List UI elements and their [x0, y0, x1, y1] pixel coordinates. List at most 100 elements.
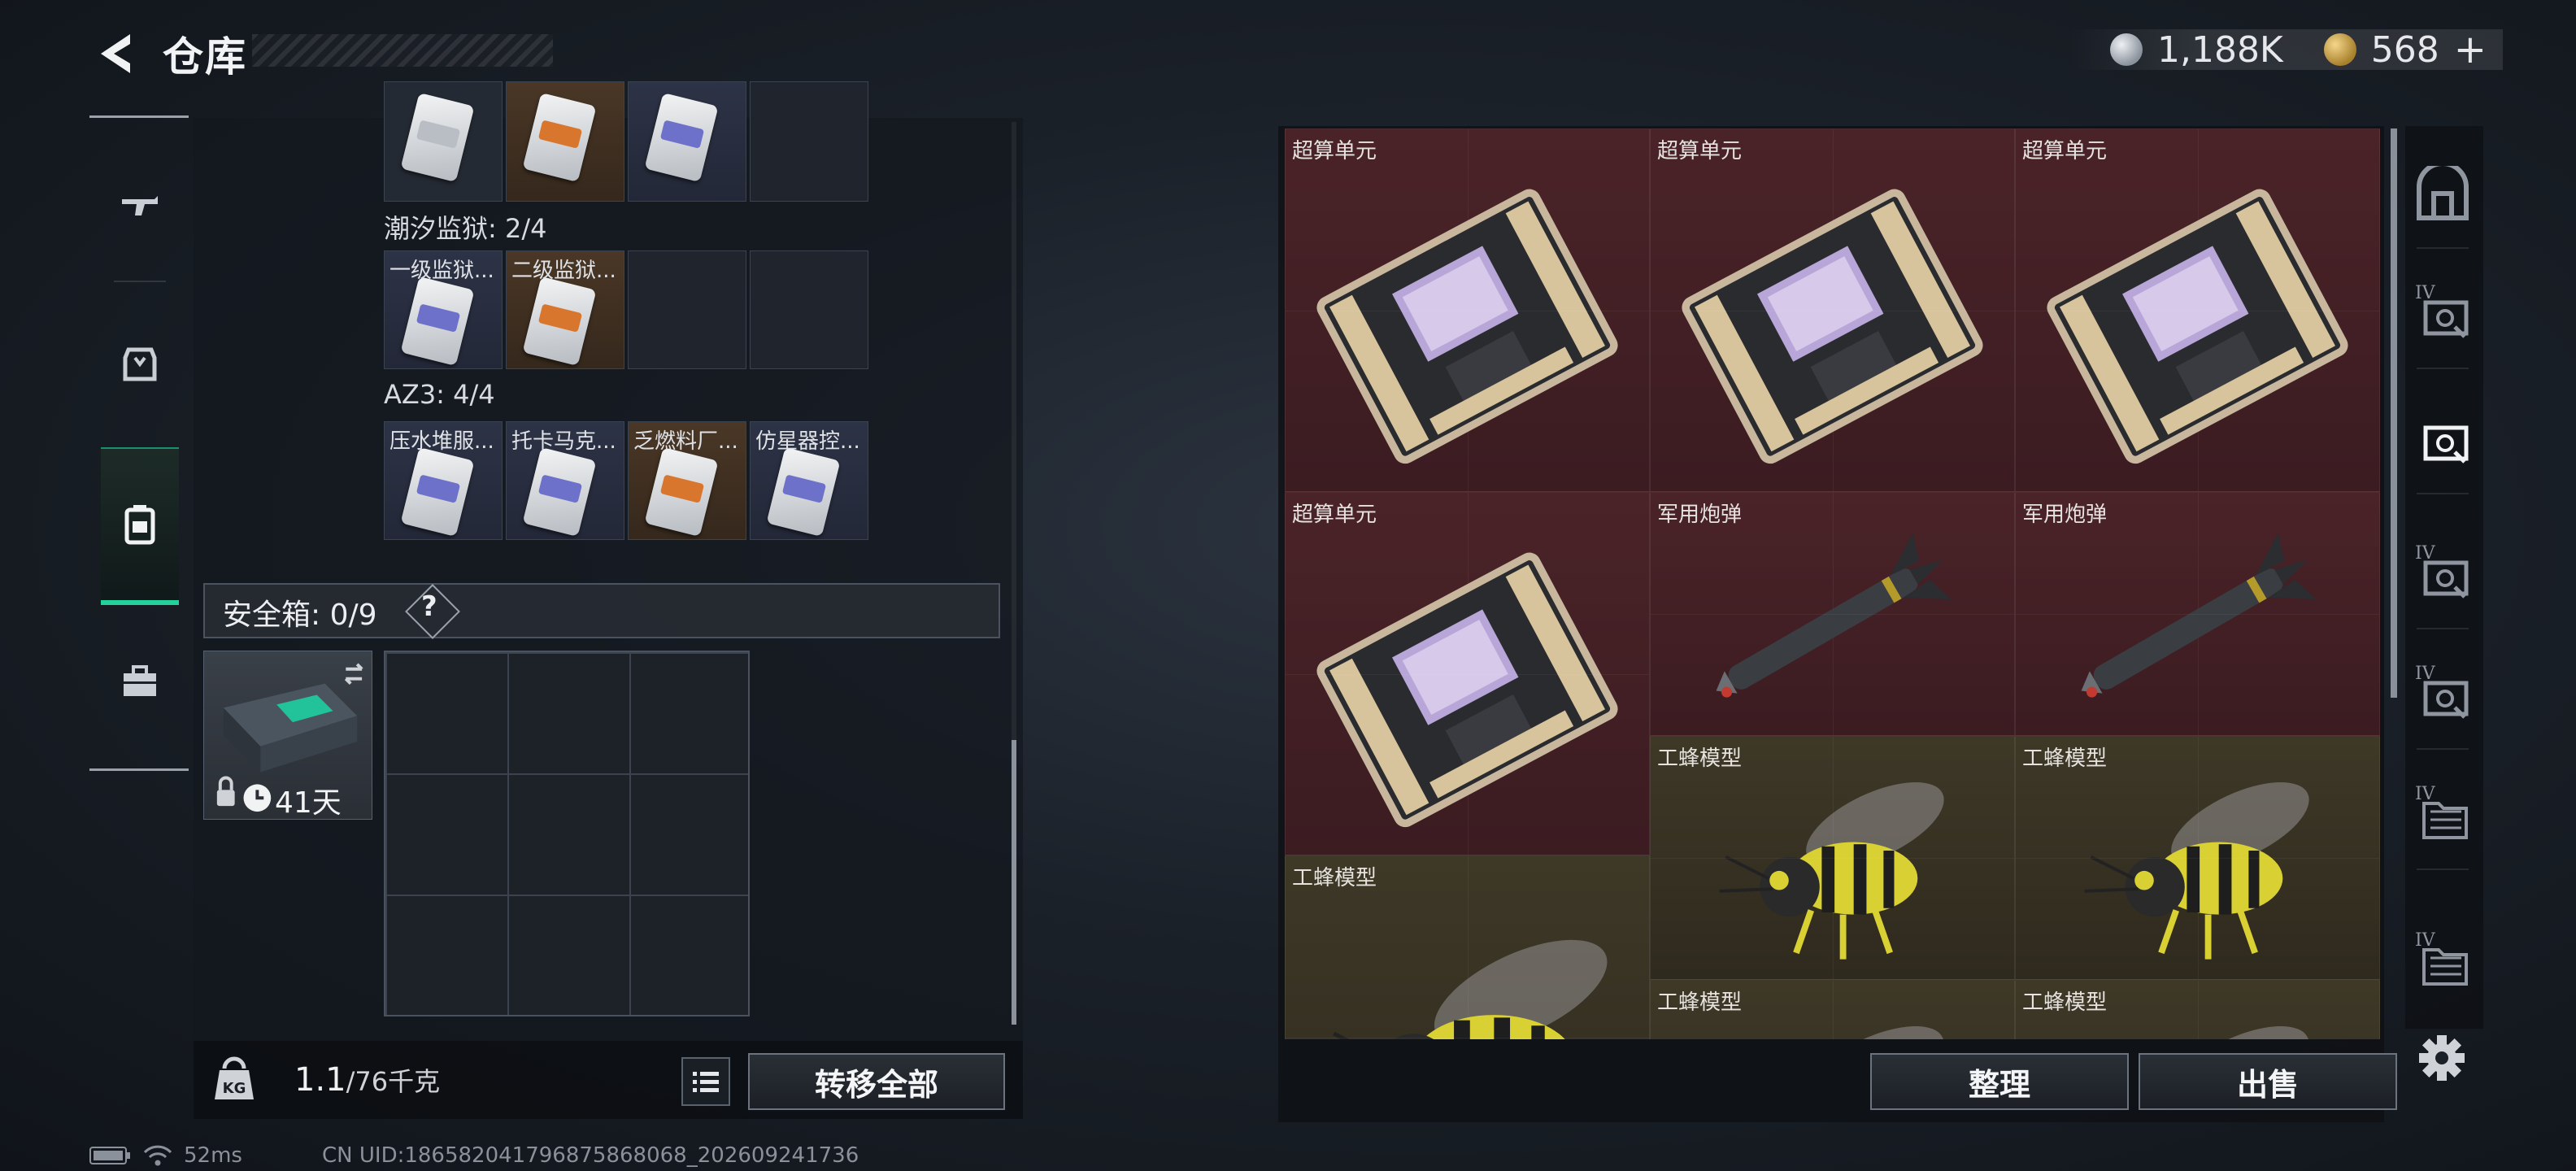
item-art [1659, 761, 2006, 974]
stash-tab-5[interactable]: IV [2410, 784, 2475, 844]
item-art [2024, 154, 2371, 486]
stash-tab-2[interactable] [2410, 411, 2475, 468]
item-name: 一级监狱... [389, 259, 494, 283]
keycard-icon [400, 446, 475, 538]
stash-item[interactable]: 军用炮弹 [1650, 492, 2015, 736]
item-name: 超算单元 [2022, 139, 2108, 163]
silver-coin-icon [2109, 33, 2143, 66]
safe-box-duration: 41天 [275, 786, 342, 820]
item-slot[interactable]: 乏燃料厂... [628, 421, 746, 540]
nav-backpack[interactable] [101, 447, 179, 605]
item-name: 超算单元 [1657, 139, 1743, 163]
armor-icon [123, 347, 157, 381]
keycard-icon [400, 92, 475, 183]
stash-item[interactable]: 超算单元 [1285, 128, 1650, 492]
item-slot[interactable] [384, 81, 503, 202]
item-name: 超算单元 [1292, 503, 1377, 527]
sidebar-separator [2417, 628, 2469, 629]
sell-button[interactable]: 出售 [2139, 1053, 2397, 1110]
weapon-icon [122, 196, 158, 215]
item-slot[interactable]: 一级监狱... [384, 250, 503, 369]
stash-item[interactable]: 超算单元 [1285, 492, 1650, 855]
item-art [1659, 517, 2006, 730]
stash-item[interactable]: 军用炮弹 [2015, 492, 2380, 736]
back-button[interactable] [89, 29, 138, 78]
empty-slot[interactable] [750, 81, 868, 202]
stash-item[interactable]: 工蜂模型 [1285, 855, 1650, 1039]
help-icon: ? [421, 590, 437, 623]
safe-box-grid[interactable] [384, 651, 750, 1016]
empty-slot[interactable] [628, 250, 746, 369]
wifi-icon [143, 1145, 172, 1166]
weight-readout: 1.1/76千克 [294, 1061, 440, 1099]
tier-label: IV [2415, 543, 2435, 564]
sidebar-separator [2417, 748, 2469, 750]
list-icon [693, 1072, 719, 1092]
stash-item[interactable]: 工蜂模型 [2015, 736, 2380, 980]
item-slot[interactable]: 仿星器控... [750, 421, 868, 540]
stash-item[interactable]: 工蜂模型 [2015, 980, 2380, 1039]
sort-button[interactable]: 整理 [1870, 1053, 2129, 1110]
missile-icon [1716, 533, 1952, 698]
item-name: 二级监狱... [511, 259, 616, 283]
svg-text:KG: KG [223, 1080, 246, 1097]
stash-item[interactable]: 超算单元 [1650, 128, 2015, 492]
weight-current: 1.1 [294, 1061, 346, 1099]
missile-icon [2081, 533, 2317, 698]
backpack-icon [124, 505, 155, 545]
stash-item[interactable]: 工蜂模型 [1650, 736, 2015, 980]
stash-tab-0[interactable] [2410, 166, 2475, 223]
bee-model-icon [1333, 939, 1608, 1039]
page-title: 仓库 [163, 33, 247, 81]
stash-tab-1[interactable]: IV [2410, 283, 2475, 343]
item-slot[interactable]: 二级监狱... [506, 250, 624, 369]
chip-icon [1316, 552, 1618, 828]
keycard-icon [644, 446, 719, 538]
currency-bar: 1,188K 568 + [2069, 27, 2503, 72]
left-scrollbar-thumb[interactable] [1012, 740, 1016, 1025]
nav-toolbox[interactable] [101, 642, 179, 720]
settings-button[interactable] [2415, 1031, 2469, 1085]
item-name: 仿星器控... [755, 429, 860, 454]
keycard-icon [766, 446, 841, 538]
keycard-icon [522, 446, 597, 538]
weight-icon: KG [213, 1056, 255, 1103]
bee-model-icon [2084, 781, 2309, 960]
tier-label: IV [2415, 283, 2435, 303]
empty-slot[interactable] [750, 250, 868, 369]
item-name: 托卡马克... [511, 429, 616, 454]
item-art [1294, 881, 1641, 1039]
right-scrollbar[interactable] [2391, 128, 2397, 698]
stash-item[interactable]: 超算单元 [2015, 128, 2380, 492]
stash-tab-4[interactable]: IV [2410, 664, 2475, 724]
chip-icon [2047, 189, 2348, 464]
stash-tab-3[interactable]: IV [2410, 543, 2475, 603]
nav-armor[interactable] [101, 324, 179, 402]
nav-weapons[interactable] [101, 167, 179, 245]
item-name: 乏燃料厂... [633, 429, 738, 454]
silver-amount: 1,188K [2156, 28, 2283, 71]
item-art [1294, 154, 1641, 486]
safe-box-label: 安全箱: 0/9 [223, 599, 377, 632]
safe-icon [2417, 166, 2469, 220]
tier-label: IV [2415, 930, 2435, 951]
item-slot[interactable] [628, 81, 746, 202]
stash-tab-6[interactable]: IV [2410, 930, 2475, 990]
tier-label: IV [2415, 784, 2435, 804]
title-decoration [252, 34, 553, 67]
nav-separator [114, 281, 166, 282]
list-view-button[interactable] [681, 1057, 730, 1106]
item-name: 工蜂模型 [1657, 990, 1743, 1015]
item-art [1659, 154, 2006, 486]
stash-item[interactable]: 工蜂模型 [1650, 980, 2015, 1039]
add-currency-button[interactable]: + [2454, 27, 2487, 72]
tier-label: IV [2415, 664, 2435, 684]
item-slot[interactable] [506, 81, 624, 202]
sidebar-separator [2417, 368, 2469, 369]
item-art [2024, 517, 2371, 730]
status-bar: 52ms [89, 1143, 242, 1168]
item-slot[interactable]: 压水堆服... [384, 421, 503, 540]
transfer-all-button[interactable]: 转移全部 [748, 1053, 1005, 1110]
gold-amount: 568 [2370, 28, 2439, 71]
item-slot[interactable]: 托卡马克... [506, 421, 624, 540]
